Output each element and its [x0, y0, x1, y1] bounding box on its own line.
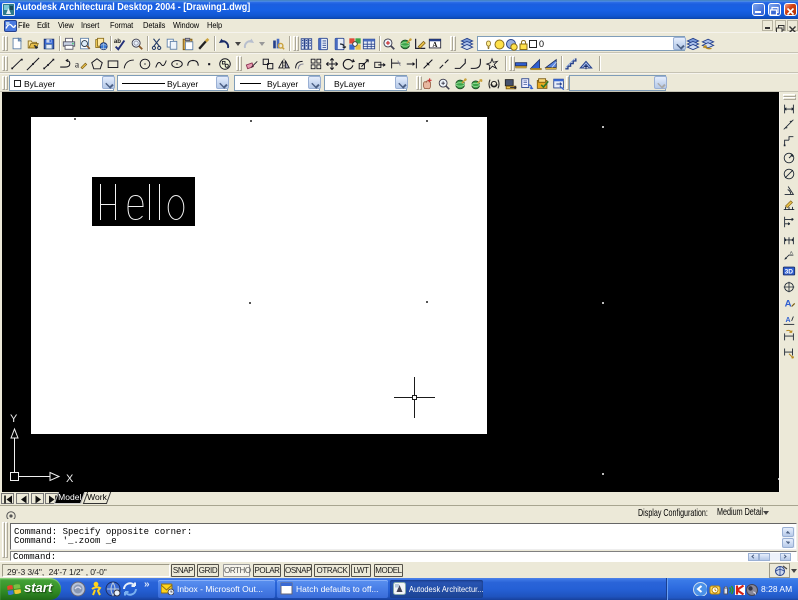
- svg-text:A: A: [786, 317, 791, 324]
- svg-text:A: A: [790, 250, 793, 255]
- svg-text:3D: 3D: [785, 269, 794, 276]
- svg-text:ab: ab: [114, 38, 121, 45]
- svg-text:a: a: [74, 60, 79, 71]
- svg-text:A: A: [432, 41, 437, 49]
- svg-text:A: A: [785, 299, 792, 310]
- svg-text:X: X: [66, 473, 74, 485]
- svg-text:Y: Y: [10, 413, 18, 425]
